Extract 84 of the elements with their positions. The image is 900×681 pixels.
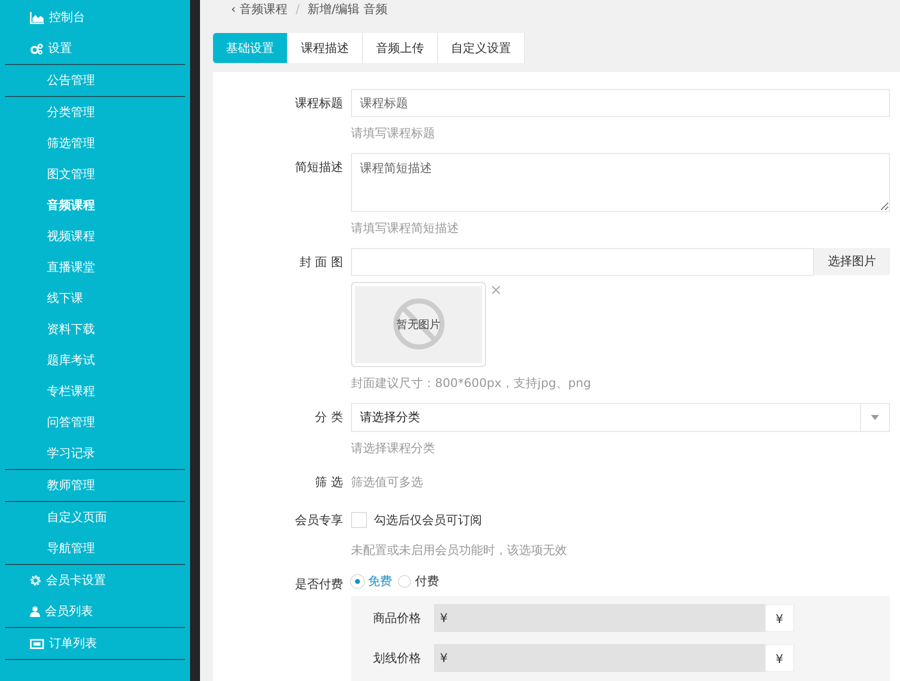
field-hint: 请填写课程标题 bbox=[351, 125, 436, 142]
sidebar-item[interactable]: 学习记录 bbox=[5, 438, 185, 469]
sidebar-item-label: 资料下载 bbox=[47, 321, 95, 338]
breadcrumb-current: 新增/编辑 音频 bbox=[308, 1, 388, 17]
field-hint: 请填写课程简短描述 bbox=[351, 220, 460, 237]
field-hint: 未配置或未启用会员功能时，该选项无效 bbox=[351, 542, 568, 559]
sidebar-item[interactable]: 资料下载 bbox=[5, 314, 185, 345]
sidebar-item-label: 导航管理 bbox=[47, 540, 95, 557]
sidebar-item-label: 控制台 bbox=[49, 9, 85, 26]
sidebar-item-label: 专栏课程 bbox=[47, 383, 95, 400]
sidebar-item-label: 视频课程 bbox=[47, 228, 95, 245]
sidebar-item-label: 筛选管理 bbox=[47, 135, 95, 152]
sidebar-item[interactable]: 线下课 bbox=[5, 283, 185, 314]
sidebar-item[interactable]: 直播课堂 bbox=[5, 252, 185, 283]
sidebar-item[interactable]: 问答管理 bbox=[5, 407, 185, 438]
sidebar-item[interactable]: 订单列表 bbox=[5, 628, 185, 659]
field-label: 课程标题 bbox=[294, 95, 344, 112]
field-label: 分 类 bbox=[314, 409, 344, 426]
sidebar-item[interactable]: 专栏课程 bbox=[5, 376, 185, 407]
sidebar-item[interactable]: 分类管理 bbox=[5, 97, 185, 128]
sidebar-item[interactable]: 导航管理 bbox=[5, 533, 185, 564]
sidebar-item[interactable]: 筛选管理 bbox=[5, 128, 185, 159]
category-select[interactable]: 请选择分类 bbox=[351, 403, 890, 432]
radio-label: 免费 bbox=[368, 572, 392, 590]
breadcrumb-link[interactable]: ‹ 音频课程 bbox=[231, 1, 288, 17]
area-chart-icon bbox=[30, 12, 44, 24]
gears-icon bbox=[30, 42, 43, 54]
sidebar-item[interactable]: 控制台 bbox=[5, 2, 185, 33]
sidebar-item-label: 会员列表 bbox=[45, 603, 93, 620]
field-hint: 筛选值可多选 bbox=[351, 474, 424, 491]
radio-label: 付费 bbox=[415, 572, 439, 590]
no-image-text: 暂无图片 bbox=[396, 317, 440, 332]
sidebar-item[interactable]: 自定义页面 bbox=[5, 502, 185, 533]
cover-input[interactable] bbox=[351, 248, 814, 276]
sidebar-item[interactable]: 图文管理 bbox=[5, 159, 185, 190]
close-icon[interactable] bbox=[492, 286, 500, 294]
sidebar-item-label: 直播课堂 bbox=[47, 259, 95, 276]
sidebar-item-label: 订单列表 bbox=[49, 635, 97, 652]
sidebar-item-label: 自定义页面 bbox=[47, 509, 107, 526]
tab[interactable]: 基础设置 bbox=[213, 33, 288, 63]
sidebar-item[interactable]: 会员卡设置 bbox=[5, 565, 185, 596]
field-label: 筛 选 bbox=[314, 474, 344, 491]
sidebar-item[interactable]: 设置 bbox=[5, 33, 185, 64]
sidebar-item-label: 教师管理 bbox=[47, 477, 95, 494]
currency-addon: ¥ bbox=[765, 604, 794, 632]
currency-addon: ¥ bbox=[765, 644, 794, 672]
field-label: 是否付费 bbox=[294, 576, 344, 593]
sidebar-item-label: 问答管理 bbox=[47, 414, 95, 431]
sidebar-item[interactable]: 音频课程 bbox=[5, 190, 185, 221]
price-label: 商品价格 bbox=[372, 610, 422, 626]
title-input[interactable]: 课程标题 bbox=[351, 89, 890, 117]
price-input[interactable]: ¥ bbox=[434, 604, 765, 632]
sidebar-item[interactable]: 视频课程 bbox=[5, 221, 185, 252]
settings-icon bbox=[30, 575, 41, 586]
summary-textarea[interactable]: 课程简短描述 bbox=[351, 153, 890, 212]
field-label: 会员专享 bbox=[294, 512, 344, 529]
sidebar-item[interactable]: 公告管理 bbox=[5, 65, 185, 96]
sidebar-item[interactable]: 会员列表 bbox=[5, 596, 185, 627]
sidebar-item-label: 设置 bbox=[48, 40, 72, 57]
sidebar-item-label: 分类管理 bbox=[47, 104, 95, 121]
checkbox-label: 勾选后仅会员可订阅 bbox=[374, 512, 482, 528]
price-label: 划线价格 bbox=[372, 650, 422, 666]
sidebar-item-label: 会员卡设置 bbox=[46, 572, 106, 589]
price-input[interactable]: ¥ bbox=[434, 644, 765, 672]
sidebar-item-label: 图文管理 bbox=[47, 166, 95, 183]
sidebar-item[interactable]: 教师管理 bbox=[5, 470, 185, 501]
sidebar-item-label: 学习记录 bbox=[47, 445, 95, 462]
choose-image-button[interactable]: 选择图片 bbox=[814, 248, 890, 275]
field-hint: 请选择课程分类 bbox=[351, 440, 436, 457]
field-hint: 封面建议尺寸：800*600px，支持jpg、png bbox=[351, 375, 592, 392]
sidebar-item[interactable]: 题库考试 bbox=[5, 345, 185, 376]
sidebar-item-label: 公告管理 bbox=[47, 72, 95, 89]
field-label: 封 面 图 bbox=[298, 254, 344, 271]
user-icon bbox=[30, 606, 40, 617]
breadcrumb-separator: / bbox=[296, 1, 300, 17]
checkbox[interactable] bbox=[351, 512, 367, 528]
sidebar-item-label: 题库考试 bbox=[47, 352, 95, 369]
sidebar-item-label: 线下课 bbox=[47, 290, 83, 307]
sidebar-item-label: 音频课程 bbox=[47, 197, 95, 214]
card-icon bbox=[30, 638, 44, 648]
caret-icon bbox=[871, 415, 879, 420]
field-label: 简短描述 bbox=[294, 159, 344, 176]
radio-button[interactable] bbox=[398, 574, 411, 588]
prohibited-icon bbox=[393, 298, 445, 350]
